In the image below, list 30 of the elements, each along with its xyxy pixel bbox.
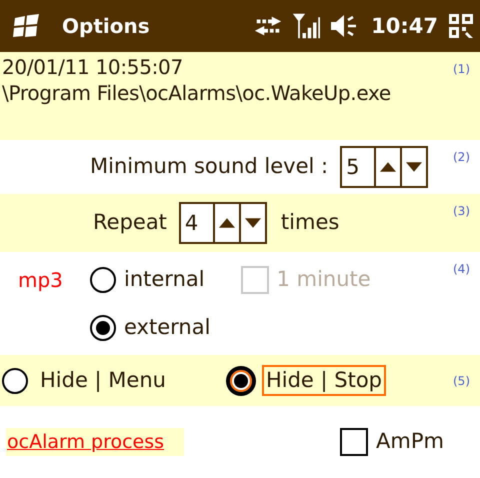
checkbox[interactable] [340,428,368,456]
alarm-program-path: \Program Files\ocAlarms\oc.WakeUp.exe [2,82,391,104]
clock-time[interactable]: 10:47 [371,14,438,38]
section-number: (4) [453,262,471,276]
grid-icon[interactable] [446,12,476,40]
radio-button[interactable] [90,267,116,293]
signal-icon[interactable] [291,12,322,40]
section-number: (5) [453,374,471,388]
section-number: (2) [453,149,471,164]
checkbox-label[interactable]: AmPm [376,430,444,454]
repeat-spinner[interactable]: 4 [178,202,267,244]
radio-button[interactable] [90,315,116,341]
radio-label[interactable]: internal [124,268,205,292]
mp3-label: mp3 [18,268,64,292]
alarm-datetime: 20/01/11 10:55:07 [2,56,184,78]
section-number: (1) [453,61,471,76]
window-title: Options [62,14,151,38]
sound-level-label: Minimum sound level : [90,155,328,179]
process-link[interactable]: ocAlarm process [6,428,184,456]
section-number: (3) [453,203,471,218]
radio-label[interactable]: Hide | Stop [262,364,386,396]
radio-label[interactable]: Hide | Menu [36,364,170,396]
radio-label[interactable]: external [124,316,210,340]
sound-level-spinner[interactable]: 5 [340,146,428,188]
radio-button[interactable] [228,368,254,394]
times-label: times [280,211,340,235]
repeat-value[interactable]: 4 [180,204,215,242]
repeat-label: Repeat [93,211,167,235]
radio-button[interactable] [2,368,28,394]
windows-flag-icon[interactable] [12,12,42,40]
